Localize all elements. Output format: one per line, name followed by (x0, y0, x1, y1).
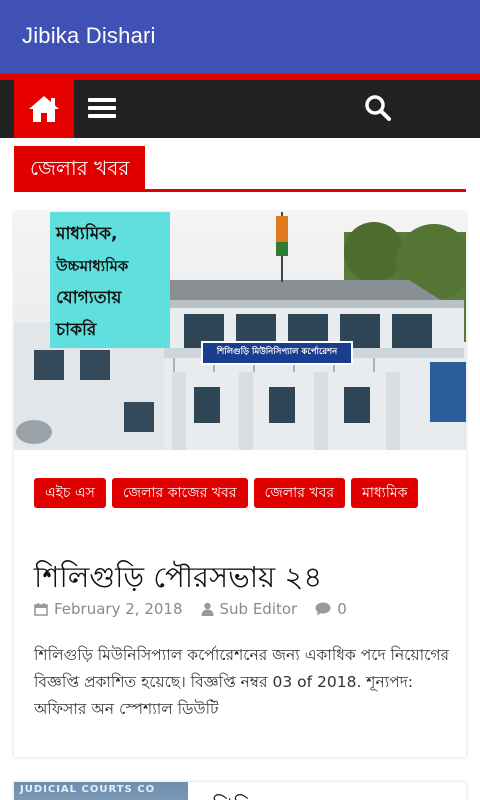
image-overlay-text: মাধ্যমিক, উচ্চমাধ্যমিক যোগ্যতায় চাকরি (56, 218, 170, 346)
next-image-caption: JUDICIAL COURTS CO (20, 784, 156, 795)
image-text-line: মাধ্যমিক, (56, 224, 118, 244)
image-text-line: চাকরি (56, 320, 97, 340)
hamburger-bar (88, 114, 116, 118)
hamburger-menu-icon (88, 98, 116, 102)
post-title-next[interactable]: শিলিগু (212, 790, 279, 800)
section-title: জেলার খবর (14, 146, 146, 190)
post-comments[interactable]: 0 (315, 600, 347, 618)
post-title[interactable]: শিলিগুড়ি পৌরসভায় ২৪ (34, 555, 322, 604)
tag-district-jobs[interactable]: জেলার কাজের খবর (111, 478, 248, 508)
post-meta: February 2, 2018 Sub Editor 0 (34, 600, 454, 618)
search-button[interactable] (364, 94, 394, 124)
tag-district-news[interactable]: জেলার খবর (253, 478, 346, 508)
app-title: Jibika Dishari (22, 23, 156, 48)
menu-button[interactable] (88, 95, 118, 123)
post-thumbnail-next[interactable]: JUDICIAL COURTS CO (14, 782, 188, 800)
nav-bar (0, 80, 480, 138)
comment-icon (315, 602, 331, 616)
user-icon (201, 602, 213, 616)
calendar-icon (34, 603, 48, 616)
hamburger-bar (88, 106, 116, 110)
post-card-next: JUDICIAL COURTS CO শিলিগু (14, 782, 466, 800)
image-text-line: যোগ্যতায় (56, 288, 122, 308)
tag-madhyamik[interactable]: মাধ্যমিক (351, 478, 419, 508)
post-date[interactable]: February 2, 2018 (34, 600, 183, 618)
home-button[interactable] (14, 80, 74, 138)
category-tags: এইচ এস জেলার কাজের খবর জেলার খবর মাধ্যমিক (34, 478, 454, 514)
search-icon (365, 95, 391, 121)
app-bar: Jibika Dishari (0, 0, 480, 74)
section-underline (14, 189, 466, 192)
post-card: মাধ্যমিক, উচ্চমাধ্যমিক যোগ্যতায় চাকরি শ… (14, 212, 466, 757)
post-comments-count: 0 (337, 600, 347, 618)
building-sign-text: শিলিগুড়ি মিউনিসিপ্যাল কর্পোরেশন (216, 347, 338, 357)
post-author-text: Sub Editor (219, 600, 298, 618)
post-thumbnail[interactable]: মাধ্যমিক, উচ্চমাধ্যমিক যোগ্যতায় চাকরি শ… (14, 212, 466, 450)
image-text-line: উচ্চমাধ্যমিক (56, 257, 129, 275)
home-icon (29, 96, 59, 122)
post-author[interactable]: Sub Editor (201, 600, 298, 618)
post-excerpt: শিলিগুড়ি মিউনিসিপ্যাল কর্পোরেশনের জন্য … (34, 646, 450, 718)
tag-hs[interactable]: এইচ এস (34, 478, 106, 508)
post-date-text: February 2, 2018 (54, 600, 183, 618)
